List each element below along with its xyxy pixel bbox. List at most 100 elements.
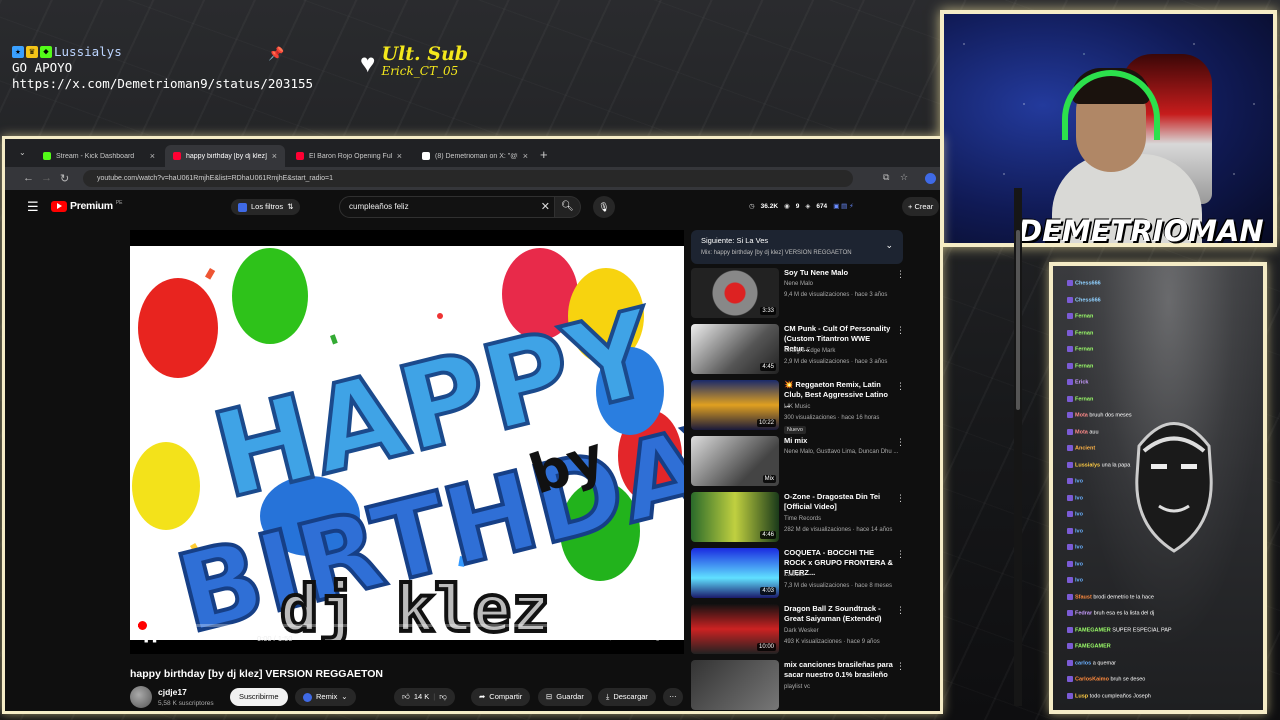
related-channel[interactable]: Nene Malo, Gusttavo Lima, Duncan Dhu ...: [784, 448, 904, 456]
related-thumbnail[interactable]: 4:45: [691, 324, 779, 374]
related-thumbnail[interactable]: Mix: [691, 436, 779, 486]
more-options-icon[interactable]: ⋮: [896, 605, 905, 616]
clear-search-icon[interactable]: ✕: [541, 197, 550, 217]
search-input[interactable]: cumpleaños feliz ✕: [339, 196, 555, 218]
search-button[interactable]: 🔍︎: [555, 196, 581, 218]
share-button[interactable]: ➦ Compartir: [471, 688, 531, 706]
chat-username: Ancient: [1075, 445, 1096, 452]
close-tab-icon[interactable]: ×: [523, 151, 528, 161]
theater-icon[interactable]: ▭: [630, 632, 639, 643]
extension-icons[interactable]: ▣ ▤ ⚡: [833, 202, 853, 210]
related-title[interactable]: Dragon Ball Z Soundtrack - Great Saiyama…: [784, 604, 896, 624]
related-title[interactable]: mix canciones brasileñas para sacar nues…: [784, 660, 896, 680]
related-video[interactable]: 10:00 Dragon Ball Z Soundtrack - Great Sa…: [691, 604, 911, 656]
related-thumbnail[interactable]: 3:33: [691, 268, 779, 318]
thumbs-down-icon[interactable]: 👎︎: [439, 688, 447, 706]
forward-icon[interactable]: →: [41, 172, 52, 184]
settings-gear-icon[interactable]: ⚙︎: [606, 632, 615, 643]
related-thumbnail[interactable]: 10:00: [691, 604, 779, 654]
chat-message: Mota auu: [1067, 428, 1099, 436]
next-icon[interactable]: ⏭︎: [198, 632, 207, 643]
related-video[interactable]: 4:03 COQUETA - BOCCHI THE ROCK x GRUPO FR…: [691, 548, 911, 600]
create-button[interactable]: + Crear: [902, 197, 940, 216]
volume-icon[interactable]: 🔈︎: [226, 632, 232, 643]
related-video[interactable]: 4:45 CM Punk - Cult Of Personality (Custo…: [691, 324, 911, 376]
progress-bar[interactable]: [138, 621, 676, 630]
browser-tab[interactable]: (8) Demetrioman on X: "@EIZ... ×: [414, 145, 536, 167]
related-channel[interactable]: LIK Music: [784, 403, 904, 411]
download-button[interactable]: ⤓ Descargar: [598, 688, 656, 706]
channel-avatar[interactable]: [130, 686, 152, 708]
more-actions-button[interactable]: ⋯: [663, 688, 683, 706]
remix-button[interactable]: Remix ⌄: [295, 688, 356, 706]
chat-badge-icon: [1067, 362, 1073, 369]
related-thumbnail[interactable]: 10:22: [691, 380, 779, 430]
video-title: happy birthday [by dj klez] VERSION REGG…: [130, 668, 384, 680]
filters-button[interactable]: Los filtros ⇅: [231, 199, 301, 215]
progress-scrubber[interactable]: [138, 621, 147, 630]
related-channel[interactable]: Ludicus: [784, 571, 904, 579]
like-button[interactable]: 👍︎ 14 K | 👎︎: [394, 688, 455, 706]
browser-tab[interactable]: El Baron Rojo Opening Full Lat... ×: [288, 145, 410, 167]
related-channel[interactable]: Straight Edge Mark: [784, 347, 904, 355]
related-video[interactable]: 4:46 O-Zone - Dragostea Din Tei [Official…: [691, 492, 911, 544]
related-title[interactable]: O-Zone - Dragostea Din Tei [Official Vid…: [784, 492, 896, 512]
reload-icon[interactable]: ↻: [60, 172, 69, 185]
more-options-icon[interactable]: ⋮: [896, 437, 905, 448]
related-channel[interactable]: Time Records: [784, 515, 904, 523]
chat-badge-icon: [1067, 280, 1073, 286]
scrollbar-thumb[interactable]: [1016, 230, 1020, 410]
related-title[interactable]: Soy Tu Nene Malo: [784, 268, 896, 278]
captions-icon[interactable]: ▬: [582, 632, 591, 642]
subtitles-icon[interactable]: ▭: [558, 632, 567, 643]
related-channel[interactable]: Dark Wesker: [784, 627, 904, 635]
chevron-down-icon[interactable]: ⌄: [885, 240, 893, 251]
related-title[interactable]: Mi mix: [784, 436, 896, 446]
related-thumbnail[interactable]: 4:03: [691, 548, 779, 598]
pause-icon[interactable]: ❚❚: [142, 632, 159, 643]
close-tab-icon[interactable]: ×: [150, 151, 155, 161]
more-options-icon[interactable]: ⋮: [896, 381, 905, 392]
menu-icon[interactable]: ☰: [27, 199, 39, 215]
chat-badge-icon: [1067, 329, 1073, 336]
tab-search-icon[interactable]: ⌄: [19, 148, 26, 157]
new-tab-button[interactable]: +: [540, 147, 548, 162]
close-tab-icon[interactable]: ×: [272, 151, 277, 161]
more-options-icon[interactable]: ⋮: [896, 661, 905, 672]
browser-tab[interactable]: Stream - Kick Dashboard ×: [35, 145, 163, 167]
more-options-icon[interactable]: ⋮: [896, 549, 905, 560]
video-player[interactable]: HAPPY BIRTHDAY by dj klez ❚❚ ⏮︎ ⏭︎ 🔈︎ 0:…: [130, 230, 684, 654]
channel-name[interactable]: cjdje17: [158, 687, 187, 697]
related-thumbnail[interactable]: [691, 660, 779, 710]
browser-tab[interactable]: happy birthday [by dj klez] VE... ×: [165, 145, 285, 167]
related-video[interactable]: mix canciones brasileñas para sacar nues…: [691, 660, 911, 711]
cast-icon[interactable]: ⧉: [883, 172, 889, 183]
save-button[interactable]: ⊟ Guardar: [538, 688, 592, 706]
previous-icon[interactable]: ⏮︎: [172, 632, 181, 643]
crown-icon: ♛: [26, 46, 38, 58]
voice-search-button[interactable]: 🎙︎: [593, 196, 615, 218]
more-options-icon[interactable]: ⋮: [896, 269, 905, 280]
chat-username: FAMEGAMER: [1075, 643, 1111, 650]
viewers-icon: ◷: [749, 203, 755, 210]
chat-username: Fedrar: [1075, 610, 1093, 617]
fullscreen-icon[interactable]: ⤢: [656, 632, 664, 643]
tab-strip: ⌄ Stream - Kick Dashboard × happy birthday…: [5, 139, 940, 167]
youtube-logo[interactable]: Premium PE: [51, 200, 123, 212]
more-options-icon[interactable]: ⋮: [896, 493, 905, 504]
related-video[interactable]: 10:22 💥 Reggaeton Remix, Latin Club, Best…: [691, 380, 911, 434]
related-video[interactable]: 3:33 Soy Tu Nene Malo Nene Malo 9,4 M de vi…: [691, 268, 911, 320]
bookmark-star-icon[interactable]: ☆: [900, 172, 908, 183]
subscribe-button[interactable]: Suscribirme: [230, 688, 288, 706]
back-icon[interactable]: ←: [23, 172, 34, 184]
related-video[interactable]: Mix Mi mix Nene Malo, Gusttavo Lima, Dunca…: [691, 436, 911, 488]
close-tab-icon[interactable]: ×: [397, 151, 402, 161]
related-thumbnail[interactable]: 4:46: [691, 492, 779, 542]
url-field[interactable]: youtube.com/watch?v=haU061RmjhE&list=RDh…: [83, 170, 853, 187]
up-next-banner[interactable]: Siguiente: Si La Ves Mix: happy birthday…: [691, 230, 903, 264]
profile-avatar[interactable]: [925, 173, 936, 184]
related-channel[interactable]: playlist vc: [784, 683, 904, 691]
related-channel[interactable]: Nene Malo: [784, 280, 904, 288]
tab-label: El Baron Rojo Opening Full Lat...: [309, 152, 392, 160]
more-options-icon[interactable]: ⋮: [896, 325, 905, 336]
